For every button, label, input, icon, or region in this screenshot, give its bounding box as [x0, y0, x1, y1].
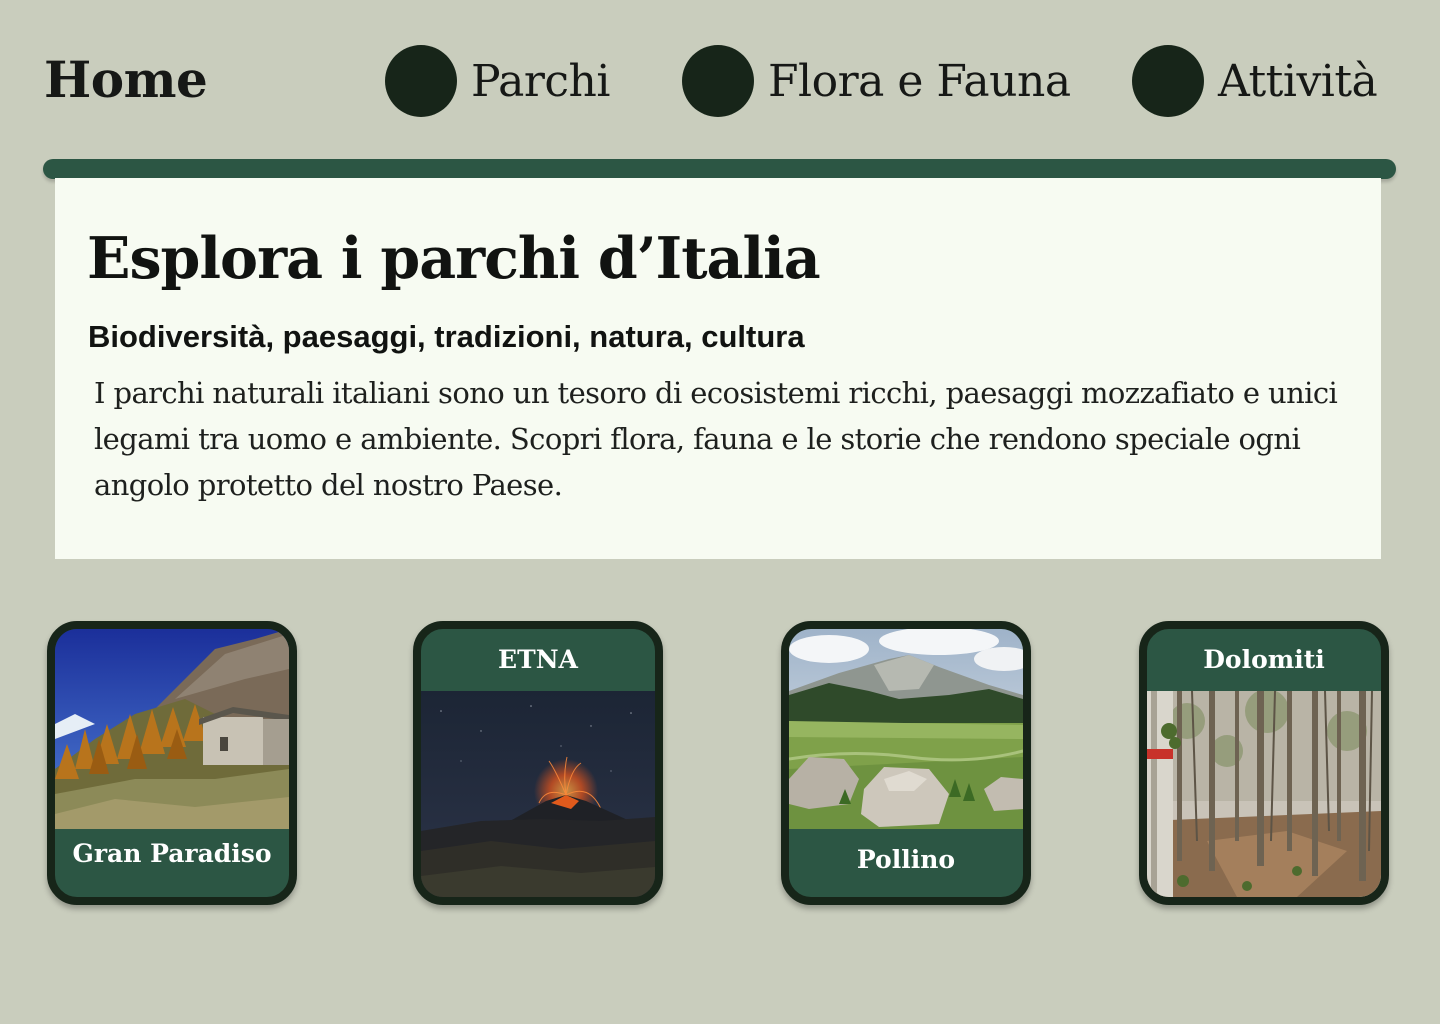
nav-item-parchi[interactable]: Parchi	[385, 45, 610, 117]
park-card-pollino[interactable]: Pollino	[781, 621, 1031, 905]
gran-paradiso-photo	[55, 629, 289, 829]
hero-title: Esplora i parchi d’Italia	[87, 225, 821, 292]
park-card-etna[interactable]: ETNA	[413, 621, 663, 905]
pollino-photo	[789, 629, 1023, 829]
park-card-gran-paradiso[interactable]: Gran Paradiso	[47, 621, 297, 905]
nav-item-label: Flora e Fauna	[768, 55, 1071, 107]
etna-photo	[421, 691, 655, 897]
park-card-dolomiti[interactable]: Dolomiti	[1139, 621, 1389, 905]
nav-dot-icon	[1132, 45, 1204, 117]
hero-accent-bar	[43, 159, 1396, 179]
hero-subtitle: Biodiversità, paesaggi, tradizioni, natu…	[88, 319, 805, 354]
dolomiti-photo	[1147, 691, 1381, 897]
hero-description: I parchi naturali italiani sono un tesor…	[94, 376, 1338, 502]
nav-item-label: Parchi	[471, 55, 610, 107]
nav-dot-icon	[682, 45, 754, 117]
park-name-gran-paradiso: Gran Paradiso	[72, 839, 272, 868]
nav-item-flora-fauna[interactable]: Flora e Fauna	[682, 45, 1071, 117]
park-name-dolomiti: Dolomiti	[1203, 645, 1325, 674]
park-name-pollino: Pollino	[856, 845, 956, 874]
nav-item-attivita[interactable]: Attività	[1132, 45, 1378, 117]
park-name-etna: ETNA	[498, 645, 578, 674]
hero-card: Esplora i parchi d’Italia Biodiversità, …	[55, 178, 1381, 559]
nav-dot-icon	[385, 45, 457, 117]
nav-item-label: Attività	[1218, 55, 1378, 107]
nav-home-link[interactable]: Home	[44, 48, 208, 112]
